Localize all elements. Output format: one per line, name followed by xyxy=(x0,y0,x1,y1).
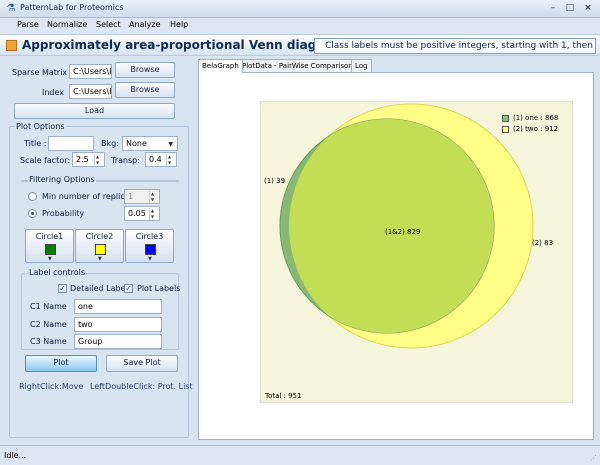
legend-two: (2) two : 912 xyxy=(513,125,559,133)
venn-label-only2: (2) 83 xyxy=(532,239,554,247)
detailed-label-label: Detailed Label xyxy=(70,284,128,293)
scale-factor-value: 2.5 xyxy=(76,155,89,164)
circle3-label: Circle3 xyxy=(135,232,164,241)
title-label: Title : xyxy=(24,139,47,148)
label-controls-title: Label controls xyxy=(28,268,87,277)
plot-options-title: Plot Options xyxy=(15,122,66,131)
circle3-button[interactable]: Circle3 ▼ xyxy=(125,229,174,263)
menu-parse[interactable]: Parse xyxy=(17,20,39,29)
probability-radio[interactable] xyxy=(28,209,37,218)
chevron-down-icon: ▼ xyxy=(168,141,173,148)
c3-name-field[interactable]: Group xyxy=(74,334,162,349)
spin-arrows-icon[interactable] xyxy=(166,154,175,166)
min-replicates-value: 1 xyxy=(128,192,134,201)
circle2-color-swatch xyxy=(95,244,106,255)
menu-analyze[interactable]: Analyze xyxy=(129,20,161,29)
min-replicates-radio[interactable] xyxy=(28,192,37,201)
title-bar: ⚗ PatternLab for Proteomics – □ × xyxy=(0,0,600,18)
detailed-label-checkbox[interactable]: ✓ xyxy=(58,284,67,293)
circle3-color-swatch xyxy=(145,244,156,255)
menu-normalize[interactable]: Normalize xyxy=(47,20,87,29)
c2-name-label: C2 Name xyxy=(30,320,67,329)
left-double-click-hint: LeftDoubleClick: Prot. List xyxy=(90,382,193,391)
bkg-select[interactable]: None ▼ xyxy=(122,136,178,151)
min-replicates-stepper[interactable]: 1 xyxy=(124,189,160,204)
legend-one: (1) one : 868 xyxy=(513,114,559,122)
app-icon: ⚗ xyxy=(6,3,16,14)
browse-index-button[interactable]: Browse xyxy=(115,82,175,98)
title-input[interactable] xyxy=(48,136,94,151)
right-click-hint: RightClick:Move xyxy=(19,382,84,391)
bkg-label: Bkg: xyxy=(101,139,119,148)
tab-plotdata[interactable]: PlotData - PairWise Comparisons xyxy=(238,59,361,72)
bkg-value: None xyxy=(126,139,147,148)
load-button[interactable]: Load xyxy=(14,103,175,119)
header-message: Class labels must be positive integers, … xyxy=(314,38,596,54)
chevron-down-icon: ▼ xyxy=(48,256,52,262)
venn-plot-area[interactable]: (1) one : 868 (2) two : 912 (1) 39 (1&2)… xyxy=(260,101,573,403)
venn-label-both: (1&2) 829 xyxy=(385,228,421,236)
plot-labels-label: Plot Labels xyxy=(137,284,181,293)
close-button[interactable]: × xyxy=(580,2,596,15)
menu-select[interactable]: Select xyxy=(96,20,121,29)
chevron-down-icon: ▼ xyxy=(148,256,152,262)
index-field[interactable]: C:\Users\P xyxy=(69,84,112,99)
menu-bar: Parse Normalize Select Analyze Help xyxy=(0,18,600,34)
menu-help[interactable]: Help xyxy=(170,20,188,29)
header-icon xyxy=(6,40,17,51)
circle2-label: Circle2 xyxy=(85,232,114,241)
minimize-button[interactable]: – xyxy=(545,2,561,15)
plot-button[interactable]: Plot xyxy=(25,355,97,372)
plot-labels-checkbox[interactable]: ✓ xyxy=(124,284,133,293)
venn-label-only1: (1) 39 xyxy=(264,177,286,185)
circle1-color-swatch xyxy=(45,244,56,255)
spin-arrows-icon[interactable] xyxy=(149,191,158,203)
c2-name-field[interactable]: two xyxy=(74,317,162,332)
transp-value: 0.4 xyxy=(149,155,162,164)
index-label: Index xyxy=(42,88,65,97)
sparse-matrix-label: Sparse Matrix xyxy=(12,68,68,77)
filtering-options-title: Filtering Options xyxy=(28,175,96,184)
window-title: PatternLab for Proteomics xyxy=(20,3,124,12)
c3-name-label: C3 Name xyxy=(30,337,67,346)
page-header: Approximately area-proportional Venn dia… xyxy=(0,34,600,56)
scale-factor-stepper[interactable]: 2.5 xyxy=(72,152,105,167)
browse-sparse-button[interactable]: Browse xyxy=(115,62,175,78)
resize-grip-icon[interactable]: ⋰ xyxy=(590,454,597,462)
save-plot-button[interactable]: Save Plot xyxy=(106,355,178,372)
probability-value: 0.05 xyxy=(128,209,146,218)
circle1-button[interactable]: Circle1 ▼ xyxy=(25,229,74,263)
circle1-label: Circle1 xyxy=(35,232,64,241)
tab-log[interactable]: Log xyxy=(351,59,372,72)
transp-stepper[interactable]: 0.4 xyxy=(145,152,177,167)
status-text: Idle... xyxy=(4,451,27,460)
circle2-button[interactable]: Circle2 ▼ xyxy=(75,229,124,263)
probability-label: Probability xyxy=(42,209,85,218)
spin-arrows-icon[interactable] xyxy=(94,154,103,166)
scale-factor-label: Scale factor: xyxy=(20,156,71,165)
spin-arrows-icon[interactable] xyxy=(149,208,158,220)
transp-label: Transp: xyxy=(111,156,140,165)
legend-swatch-two xyxy=(502,126,509,133)
legend-swatch-one xyxy=(502,115,509,122)
tab-belagraph[interactable]: BelaGraph xyxy=(198,59,243,73)
c1-name-label: C1 Name xyxy=(30,302,67,311)
maximize-button[interactable]: □ xyxy=(562,2,578,15)
venn-diagram[interactable] xyxy=(261,102,574,404)
page-title: Approximately area-proportional Venn dia… xyxy=(22,38,343,52)
status-bar: Idle... ⋰ xyxy=(0,445,600,465)
venn-total: Total : 951 xyxy=(265,392,302,400)
c1-name-field[interactable]: one xyxy=(74,299,162,314)
probability-stepper[interactable]: 0.05 xyxy=(124,206,160,221)
sparse-matrix-field[interactable]: C:\Users\P xyxy=(69,64,112,79)
chevron-down-icon: ▼ xyxy=(98,256,102,262)
